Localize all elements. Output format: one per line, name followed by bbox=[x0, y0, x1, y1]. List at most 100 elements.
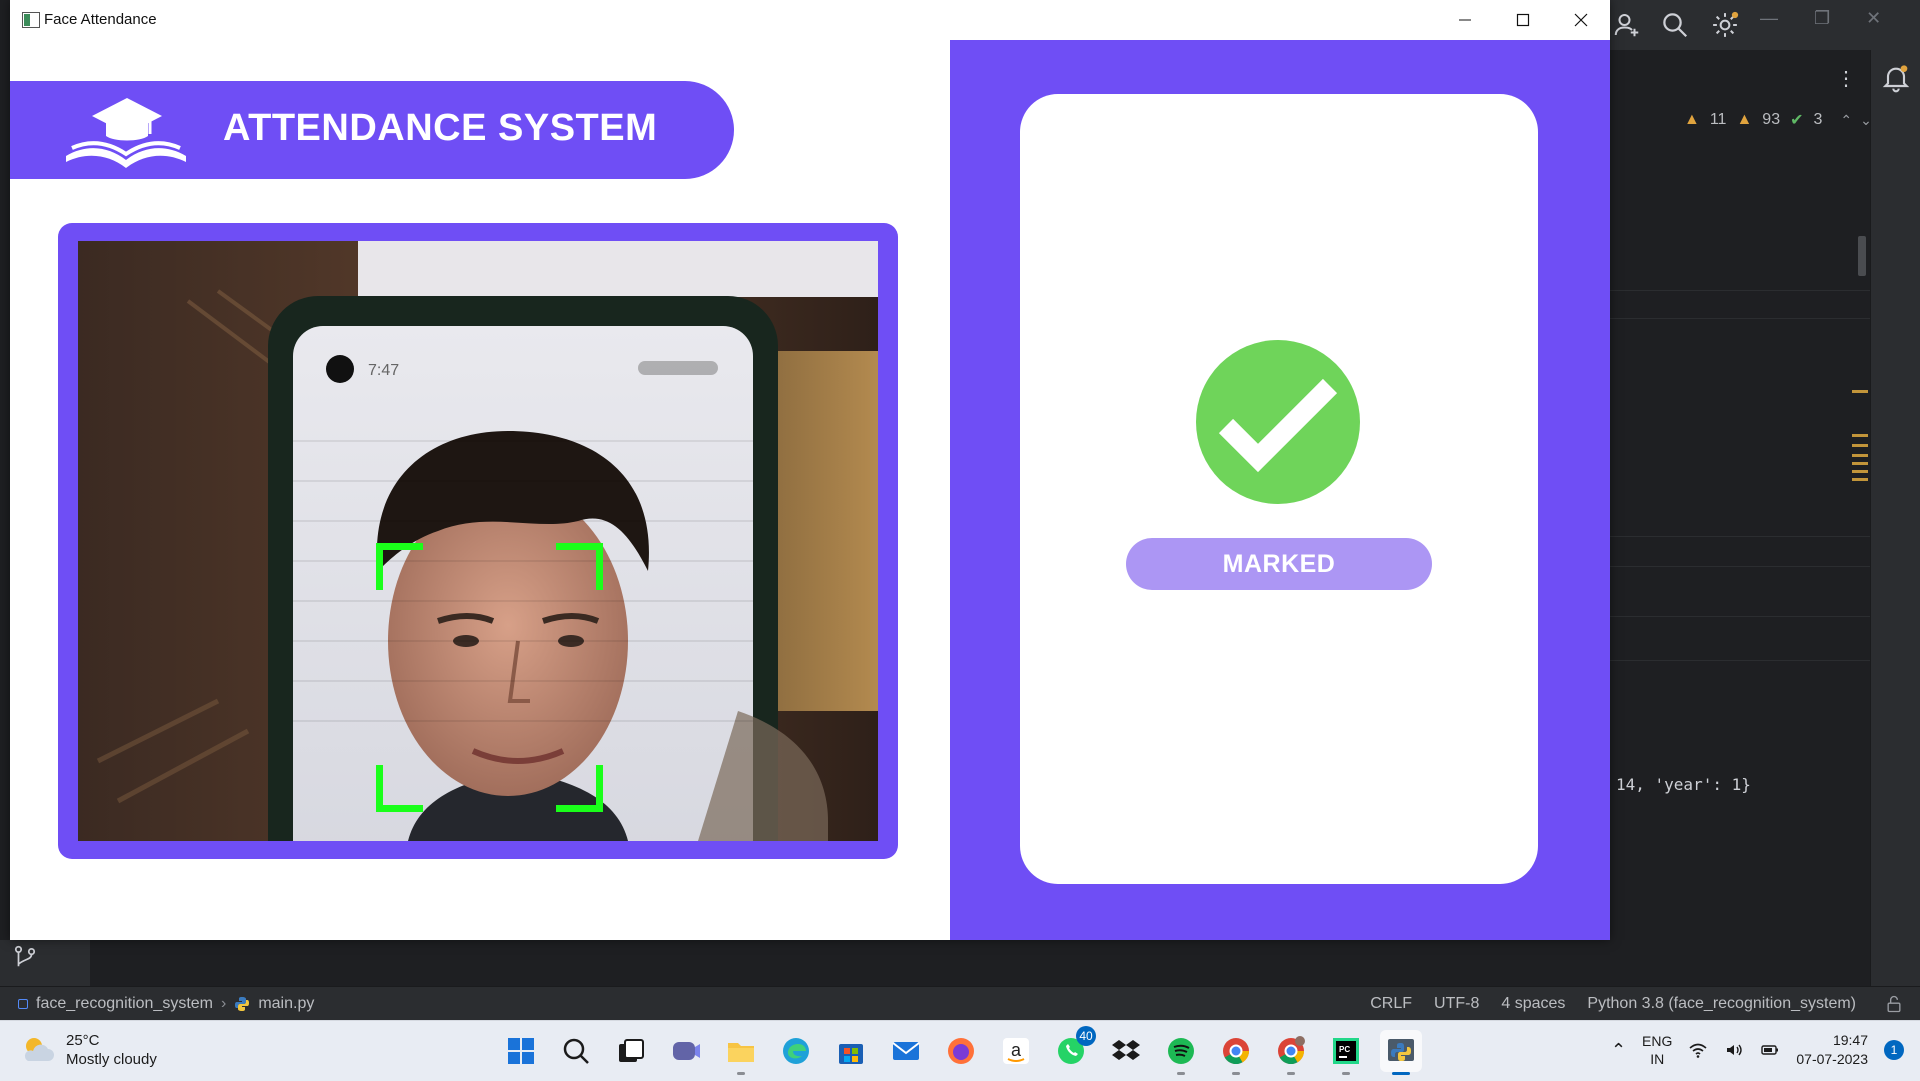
encoding-widget[interactable]: UTF-8 bbox=[1434, 995, 1479, 1013]
webcam-feed: 7:47 bbox=[78, 241, 878, 841]
minimize-button[interactable] bbox=[1436, 0, 1494, 40]
microsoft-store-button[interactable] bbox=[830, 1030, 872, 1072]
weather-description: Mostly cloudy bbox=[66, 1051, 157, 1068]
ide-right-toolbar bbox=[1870, 50, 1920, 986]
volume-icon[interactable] bbox=[1724, 1040, 1744, 1060]
inspection-widget[interactable]: ▲ 11 ▲ 93 ✔ 3 ⌃⌄ bbox=[1684, 110, 1880, 130]
file-explorer-button[interactable] bbox=[720, 1030, 762, 1075]
amazon-icon: a bbox=[1003, 1038, 1029, 1064]
status-pane: MARKED bbox=[950, 40, 1610, 940]
weather-widget[interactable]: 25°C Mostly cloudy bbox=[20, 1031, 157, 1069]
gutter-marker[interactable] bbox=[1852, 390, 1868, 393]
spotify-icon bbox=[1168, 1038, 1194, 1064]
chevron-up-icon[interactable]: ⌃ bbox=[1611, 1040, 1626, 1061]
divider bbox=[1610, 566, 1870, 567]
running-indicator bbox=[1177, 1072, 1185, 1075]
breadcrumb: face_recognition_system › main.py bbox=[18, 995, 314, 1013]
close-button[interactable] bbox=[1552, 0, 1610, 40]
divider bbox=[1610, 660, 1870, 661]
wifi-icon[interactable] bbox=[1688, 1040, 1708, 1060]
edge-browser-icon bbox=[783, 1038, 809, 1064]
warning-count-a: 11 bbox=[1709, 111, 1727, 128]
python-app-button[interactable] bbox=[1380, 1030, 1422, 1075]
teams-chat-button[interactable] bbox=[665, 1030, 707, 1072]
unlock-icon[interactable] bbox=[1884, 994, 1904, 1014]
minimize-icon bbox=[1459, 19, 1471, 21]
status-card: MARKED bbox=[1020, 94, 1538, 884]
app-content: ATTENDANCE SYSTEM 7:47 MARKED bbox=[10, 40, 1610, 940]
svg-text:PC: PC bbox=[1339, 1045, 1350, 1054]
window-title: Face Attendance bbox=[44, 11, 157, 28]
battery-icon[interactable] bbox=[1760, 1040, 1780, 1060]
language-indicator[interactable]: ENG IN bbox=[1642, 1032, 1672, 1068]
interpreter-widget[interactable]: Python 3.8 (face_recognition_system) bbox=[1587, 995, 1856, 1013]
divider bbox=[1610, 536, 1870, 537]
ide-restore-icon[interactable]: ❐ bbox=[1814, 8, 1830, 29]
partly-cloudy-icon bbox=[24, 1038, 54, 1061]
chrome-button[interactable] bbox=[1215, 1030, 1257, 1075]
divider bbox=[1610, 318, 1870, 319]
gutter-marker[interactable] bbox=[1852, 434, 1868, 437]
running-indicator bbox=[1342, 1072, 1350, 1075]
whatsapp-button[interactable]: 40 bbox=[1050, 1026, 1096, 1072]
chevron-right-icon: › bbox=[220, 995, 227, 1012]
pycharm-button[interactable]: PC bbox=[1325, 1030, 1367, 1075]
amazon-button[interactable]: a bbox=[995, 1030, 1037, 1072]
divider bbox=[1610, 290, 1870, 291]
edge-button[interactable] bbox=[775, 1030, 817, 1072]
breadcrumb-file[interactable]: main.py bbox=[258, 995, 314, 1013]
add-user-icon[interactable] bbox=[1612, 10, 1642, 40]
maximize-icon bbox=[1516, 13, 1530, 27]
attendance-status-label: MARKED bbox=[1126, 538, 1432, 590]
folder-icon bbox=[728, 1043, 754, 1062]
taskbar-apps: a 40 PC bbox=[500, 1026, 1422, 1075]
status-widgets: CRLF UTF-8 4 spaces Python 3.8 (face_rec… bbox=[1370, 995, 1856, 1013]
check-circle-icon bbox=[1196, 340, 1360, 504]
window-titlebar[interactable]: Face Attendance bbox=[10, 0, 1610, 40]
face-box-corner-tl bbox=[376, 543, 423, 590]
weather-temperature: 25°C bbox=[66, 1032, 100, 1049]
gutter-marker[interactable] bbox=[1852, 444, 1868, 447]
running-indicator bbox=[1392, 1072, 1410, 1075]
teams-chat-icon bbox=[673, 1042, 700, 1060]
gutter-marker[interactable] bbox=[1852, 454, 1868, 457]
notifications-bell-icon[interactable] bbox=[1880, 62, 1912, 94]
maximize-button[interactable] bbox=[1494, 0, 1552, 40]
notification-center-badge[interactable]: 1 bbox=[1884, 1040, 1904, 1060]
more-options-icon[interactable]: ⋮ bbox=[1836, 66, 1856, 91]
task-view-button[interactable] bbox=[610, 1030, 652, 1072]
gutter-marker[interactable] bbox=[1852, 462, 1868, 465]
clock[interactable]: 19:47 07-07-2023 bbox=[1796, 1031, 1868, 1069]
gutter-marker[interactable] bbox=[1852, 478, 1868, 481]
taskbar-search-button[interactable] bbox=[555, 1030, 597, 1072]
console-output: 14, 'year': 1} bbox=[1616, 775, 1751, 794]
indent-widget[interactable]: 4 spaces bbox=[1501, 995, 1565, 1013]
start-button[interactable] bbox=[500, 1030, 542, 1072]
search-icon bbox=[563, 1038, 589, 1064]
settings-gear-icon[interactable] bbox=[1710, 10, 1740, 40]
python-icon bbox=[1388, 1039, 1414, 1061]
breadcrumb-project[interactable]: face_recognition_system bbox=[36, 995, 213, 1013]
firefox-button[interactable] bbox=[940, 1030, 982, 1072]
pycharm-icon: PC bbox=[1333, 1038, 1359, 1064]
search-icon[interactable] bbox=[1660, 10, 1690, 40]
close-icon bbox=[1574, 13, 1588, 27]
chrome-profile-button[interactable] bbox=[1270, 1030, 1312, 1075]
gutter-marker[interactable] bbox=[1852, 470, 1868, 473]
clock-time: 19:47 bbox=[1832, 1032, 1868, 1048]
git-branch-icon[interactable] bbox=[12, 944, 38, 970]
region-code: IN bbox=[1650, 1051, 1665, 1067]
spotify-button[interactable] bbox=[1160, 1030, 1202, 1075]
dropbox-icon bbox=[1112, 1040, 1140, 1060]
warning-count-b: 93 bbox=[1762, 111, 1781, 128]
whatsapp-unread-badge: 40 bbox=[1076, 1026, 1096, 1046]
ide-close-icon[interactable]: ✕ bbox=[1866, 8, 1881, 29]
dropbox-button[interactable] bbox=[1105, 1030, 1147, 1072]
mail-button[interactable] bbox=[885, 1030, 927, 1072]
editor-scrollbar[interactable] bbox=[1858, 236, 1866, 276]
line-separator-widget[interactable]: CRLF bbox=[1370, 995, 1412, 1013]
ide-minimize-icon[interactable]: — bbox=[1760, 8, 1778, 29]
camera-pane: ATTENDANCE SYSTEM 7:47 bbox=[10, 40, 950, 940]
running-indicator bbox=[1287, 1072, 1295, 1075]
task-view-icon bbox=[619, 1039, 644, 1062]
